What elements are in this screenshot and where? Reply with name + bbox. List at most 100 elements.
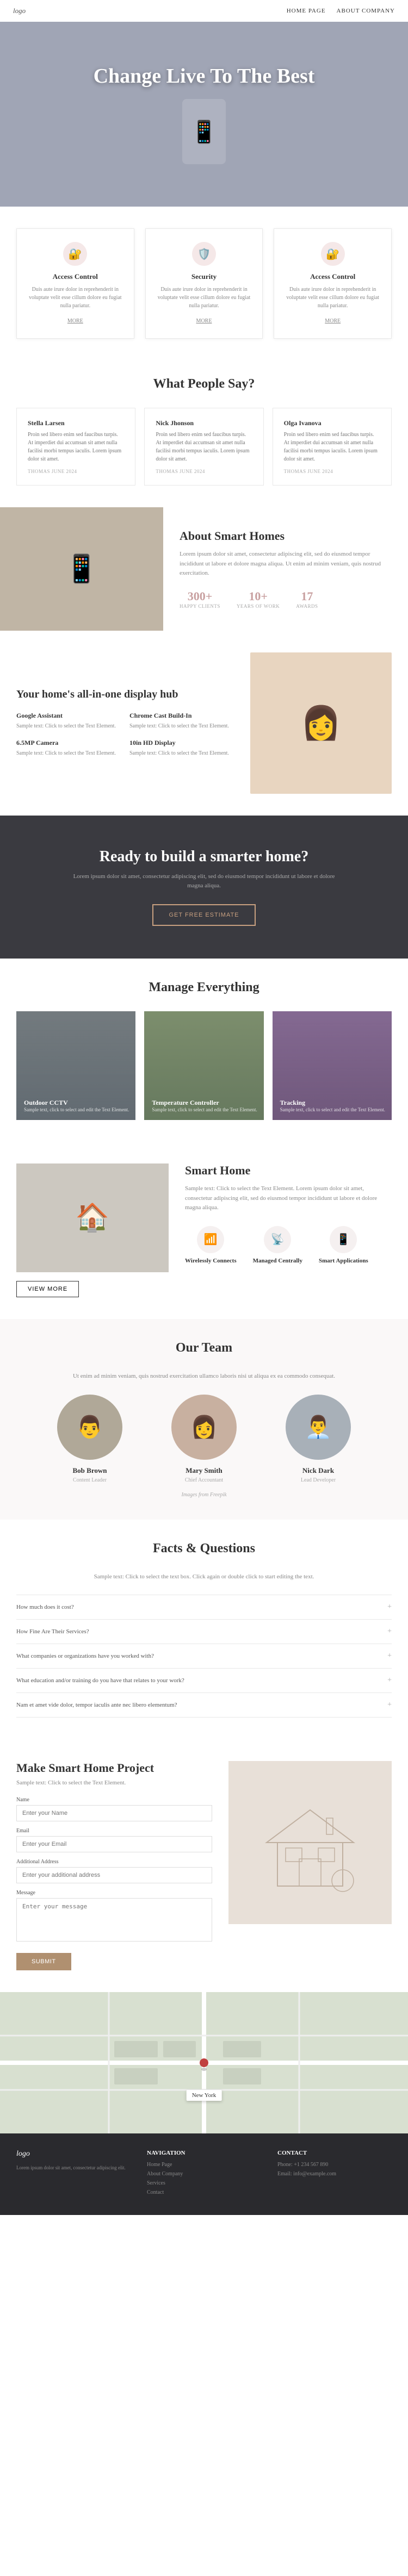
faq-item-4[interactable]: Nam et amet vide dolor, tempor iaculis a… [16, 1693, 392, 1718]
team-photo-2: 👨‍💼 [286, 1395, 351, 1460]
team-name-1: Mary Smith [155, 1466, 253, 1475]
faq-question-3: What education and/or training do you ha… [16, 1677, 184, 1684]
faq-arrow-0: + [387, 1603, 392, 1611]
cta-section: Ready to build a smarter home? Lorem ips… [0, 816, 408, 959]
faq-question-1: How Fine Are Their Services? [16, 1628, 89, 1635]
view-more-button[interactable]: VIEW MORE [16, 1281, 79, 1297]
team-grid: 👨 Bob Brown Content Leader 👩 Mary Smith … [16, 1395, 392, 1483]
smart-icon-label-1: Managed Centrally [253, 1258, 302, 1264]
smart-icon-label-0: Wirelessly Connects [185, 1258, 237, 1264]
manage-card-cctv: Outdoor CCTV Sample text, click to selec… [16, 1011, 135, 1120]
footer-contact-0: Phone: +1 234 567 890 [277, 2162, 392, 2168]
feature-more-1[interactable]: MORE [196, 318, 212, 324]
faq-item-1[interactable]: How Fine Are Their Services? + [16, 1619, 392, 1644]
team-photo-0: 👨 [57, 1395, 122, 1460]
hub-item-text-1: Sample text: Click to select the Text El… [129, 722, 234, 730]
hub-item-0: Google Assistant Sample text: Click to s… [16, 712, 121, 730]
smart-section: 🏠 VIEW MORE Smart Home Sample text: Clic… [0, 1142, 408, 1319]
faq-item-2[interactable]: What companies or organizations have you… [16, 1644, 392, 1668]
feature-title-1: Security [157, 272, 252, 281]
faq-title: Facts & Questions [16, 1541, 392, 1556]
manage-card-name-2: Tracking [280, 1099, 385, 1107]
hub-grid: Google Assistant Sample text: Click to s… [16, 712, 234, 757]
testimonial-date-0: THOMAS JUNE 2024 [28, 469, 124, 474]
footer-main-col: logo Lorem ipsum dolor sit amet, consect… [16, 2150, 131, 2199]
footer-link-1[interactable]: About Company [147, 2171, 261, 2177]
testimonial-2: Olga Ivanova Proin sed libero enim sed f… [273, 408, 392, 486]
faq-arrow-4: + [387, 1701, 392, 1709]
team-role-0: Content Leader [41, 1477, 139, 1483]
faq-question-0: How much does it cost? [16, 1604, 74, 1610]
team-member-1: 👩 Mary Smith Chief Accountant [155, 1395, 253, 1483]
hero-title: Change Live To The Best [94, 64, 315, 88]
manage-card-text-1: Sample text, click to select and edit th… [152, 1107, 257, 1112]
smart-icon-label-2: Smart Applications [319, 1258, 368, 1264]
feature-icon-2: 🔐 [321, 242, 345, 266]
feature-icon-0: 🔐 [63, 242, 87, 266]
project-intro: Sample text: Click to select the Text El… [16, 1779, 212, 1786]
faq-section: Facts & Questions Sample text: Click to … [0, 1520, 408, 1740]
form-input-email[interactable] [16, 1836, 212, 1852]
hub-title: Your home's all-in-one display hub [16, 688, 234, 701]
manage-card-name-0: Outdoor CCTV [24, 1099, 129, 1107]
footer-nav-col: Navigation Home Page About Company Servi… [147, 2150, 261, 2199]
feature-more-0[interactable]: MORE [67, 318, 83, 324]
smart-icon-0: 📶 Wirelessly Connects [185, 1226, 237, 1264]
team-role-2: Lead Developer [269, 1477, 367, 1483]
submit-button[interactable]: SUBMIT [16, 1953, 71, 1970]
footer-link-2[interactable]: Services [147, 2180, 261, 2186]
hub-item-name-3: 10in HD Display [129, 739, 234, 747]
manage-card-label-track: Tracking Sample text, click to select an… [280, 1099, 385, 1112]
hub-right-image: 👩 [250, 652, 392, 794]
smart-icon-circle-2: 📱 [330, 1226, 357, 1253]
about-title: About Smart Homes [180, 529, 392, 543]
manage-card-label-cctv: Outdoor CCTV Sample text, click to selec… [24, 1099, 129, 1112]
hub-item-3: 10in HD Display Sample text: Click to se… [129, 739, 234, 757]
testimonial-text-0: Proin sed libero enim sed faucibus turpi… [28, 431, 124, 463]
footer-link-0[interactable]: Home Page [147, 2162, 261, 2168]
testimonial-name-1: Nick Jhonson [156, 419, 252, 427]
feature-more-2[interactable]: MORE [325, 318, 341, 324]
testimonials-title: What People Say? [16, 377, 392, 391]
form-input-name[interactable] [16, 1805, 212, 1821]
faq-arrow-2: + [387, 1652, 392, 1660]
faq-item-0[interactable]: How much does it cost? + [16, 1595, 392, 1619]
manage-section: Manage Everything Outdoor CCTV Sample te… [0, 959, 408, 1142]
form-textarea-message[interactable] [16, 1898, 212, 1942]
feature-text-2: Duis aute irure dolor in reprehenderit i… [285, 285, 380, 310]
nav-home[interactable]: Home Page [287, 8, 326, 14]
project-right [228, 1761, 392, 1924]
hub-item-1: Chrome Cast Build-In Sample text: Click … [129, 712, 234, 730]
hero-section: Change Live To The Best 📱 [0, 22, 408, 207]
smart-icon-1: 📡 Managed Centrally [253, 1226, 302, 1264]
nav-about[interactable]: About Company [337, 8, 395, 14]
team-name-2: Nick Dark [269, 1466, 367, 1475]
footer-link-3[interactable]: Contact [147, 2189, 261, 2195]
team-member-2: 👨‍💼 Nick Dark Lead Developer [269, 1395, 367, 1483]
cta-button[interactable]: GET FREE ESTIMATE [152, 904, 255, 926]
form-group-email: Email [16, 1828, 212, 1852]
footer: logo Lorem ipsum dolor sit amet, consect… [0, 2133, 408, 2215]
team-name-0: Bob Brown [41, 1466, 139, 1475]
team-title: Our Team [16, 1341, 392, 1355]
about-image: 📱 [0, 507, 163, 631]
about-text: Lorem ipsum dolor sit amet, consectetur … [180, 550, 392, 578]
about-stats-row: 300+ HAPPY CLIENTS 10+ YEARS OF WORK 17 … [180, 589, 392, 609]
map-label: New York [187, 2090, 222, 2101]
stat-label-2: AWARDS [296, 603, 318, 609]
feature-card-2: 🔐 Access Control Duis aute irure dolor i… [274, 228, 392, 339]
team-photo-1: 👩 [171, 1395, 237, 1460]
faq-item-3[interactable]: What education and/or training do you ha… [16, 1668, 392, 1693]
manage-card-temp: Temperature Controller Sample text, clic… [144, 1011, 263, 1120]
testimonials-row: Stella Larsen Proin sed libero enim sed … [16, 408, 392, 486]
feature-text-0: Duis aute irure dolor in reprehenderit i… [28, 285, 123, 310]
team-member-0: 👨 Bob Brown Content Leader [41, 1395, 139, 1483]
hub-item-name-0: Google Assistant [16, 712, 121, 720]
form-label-phone: Additional Address [16, 1859, 212, 1865]
form-group-phone: Additional Address [16, 1859, 212, 1883]
form-input-phone[interactable] [16, 1867, 212, 1883]
project-image [228, 1761, 392, 1924]
faq-question-4: Nam et amet vide dolor, tempor iaculis a… [16, 1702, 177, 1708]
hub-item-text-3: Sample text: Click to select the Text El… [129, 749, 234, 757]
hub-item-2: 6.5MP Camera Sample text: Click to selec… [16, 739, 121, 757]
